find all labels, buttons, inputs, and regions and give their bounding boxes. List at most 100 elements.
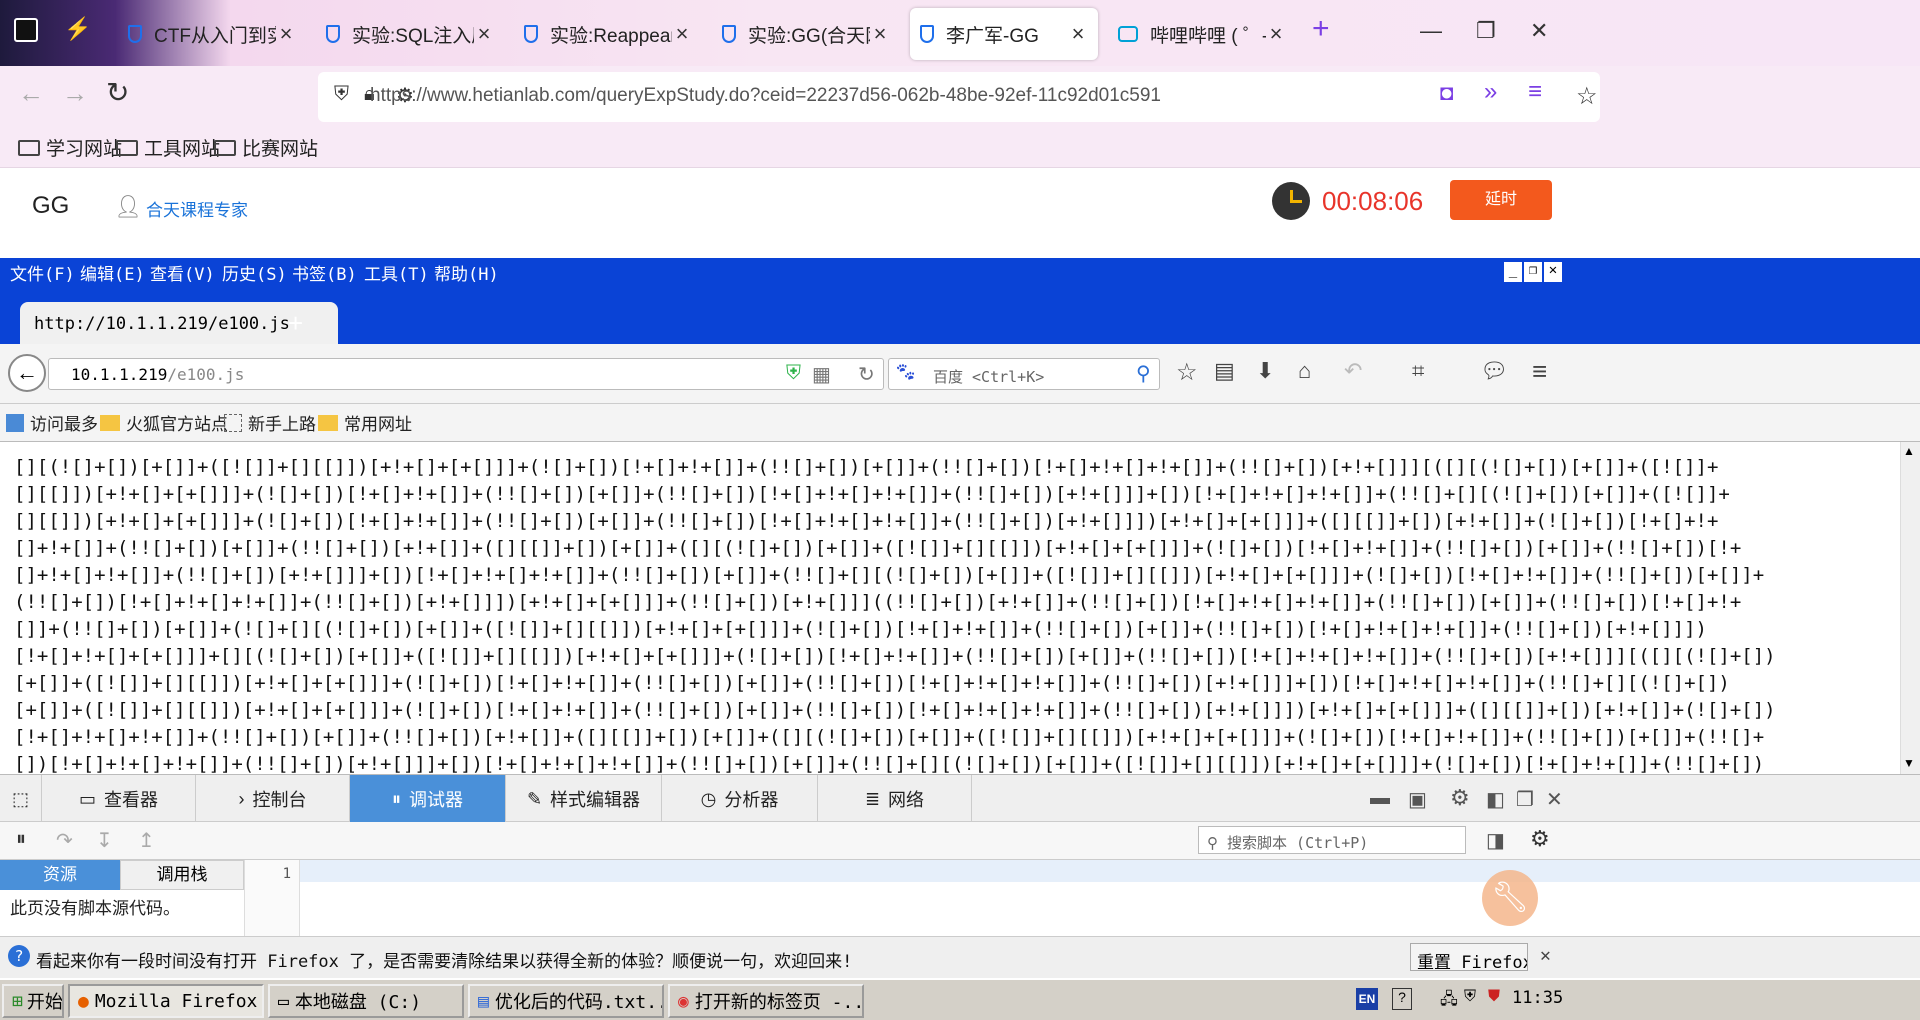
step-out-icon[interactable]: ↥ — [138, 828, 155, 853]
shield-icon[interactable]: ⛨ — [334, 83, 349, 106]
taskbar-item-firefox[interactable]: ● Mozilla Firefox — [68, 984, 264, 1018]
menu-history[interactable]: 历史(S) — [222, 260, 287, 285]
help-icon[interactable]: ? — [1392, 988, 1412, 1010]
antivirus-tray-icon[interactable]: ⛊ — [1488, 988, 1500, 1006]
close-icon[interactable]: × — [474, 21, 494, 47]
start-button[interactable]: ⊞ 开始 — [2, 984, 64, 1018]
inner-minimize-button[interactable]: _ — [1504, 262, 1522, 282]
taskbar-item-local-disk[interactable]: ▭ 本地磁盘 (C:) — [268, 984, 464, 1018]
menu-icon[interactable]: ≡ — [1528, 78, 1542, 106]
vertical-scrollbar[interactable]: ▲ ▼ — [1900, 442, 1920, 774]
expert-link[interactable]: 合天课程专家 — [146, 196, 248, 221]
tools-float-icon[interactable]: 🔧︎ — [1482, 870, 1538, 926]
close-notice-icon[interactable]: ✕ — [1540, 945, 1551, 966]
inner-search-box[interactable]: 百度 <Ctrl+K> — [888, 358, 1160, 390]
rss-icon[interactable]: ⚡ — [64, 16, 91, 42]
undo-icon[interactable]: ↶ — [1344, 358, 1362, 384]
tab-gg-experiment[interactable]: 实验:GG(合天网安实 × — [712, 8, 900, 60]
tab-active-gg[interactable]: 李广军-GG × — [910, 8, 1098, 60]
element-picker-icon[interactable]: ⬚ — [0, 775, 42, 823]
restore-button[interactable]: ❐ — [1476, 18, 1496, 44]
inner-close-button[interactable]: ✕ — [1544, 262, 1562, 282]
back-icon[interactable]: ← — [18, 78, 44, 109]
inner-menu-icon[interactable]: ≡ — [1532, 356, 1547, 387]
tab-profiler[interactable]: ◷ 分析器 — [662, 775, 818, 823]
language-indicator[interactable]: EN — [1356, 988, 1378, 1010]
step-over-icon[interactable]: ↷ — [56, 828, 73, 853]
url-text[interactable]: https://www.hetianlab.com/queryExpStudy.… — [370, 85, 1161, 107]
undock-icon[interactable]: ❐ — [1516, 787, 1534, 812]
bookmark-folder[interactable]: 学习网站 — [18, 134, 122, 161]
close-icon[interactable]: × — [1266, 21, 1286, 47]
search-icon[interactable]: ⚲ — [1136, 361, 1151, 386]
security-tray-icon[interactable]: ⛨ — [1464, 988, 1476, 1006]
network-tray-icon[interactable]: 🖧︎ — [1440, 988, 1458, 1015]
extend-time-button[interactable]: 延时 — [1450, 180, 1552, 220]
inner-back-button[interactable]: ← — [8, 354, 46, 392]
reading-list-icon[interactable]: ▤ — [1214, 358, 1235, 384]
menu-help[interactable]: 帮助(H) — [434, 260, 499, 285]
pocket-icon[interactable]: ◘ — [1440, 80, 1453, 106]
url-bar[interactable]: ⛨ 🔒︎ ⚙ https://www.hetianlab.com/queryEx… — [318, 72, 1600, 122]
inner-restore-button[interactable]: ❐ — [1524, 262, 1542, 282]
editor-current-line[interactable] — [300, 860, 1920, 882]
refresh-icon[interactable]: ↻ — [858, 362, 875, 387]
tab-reappear[interactable]: 实验:Reappear(合天 × — [514, 8, 702, 60]
close-icon[interactable]: × — [870, 21, 890, 47]
tab-style-editor[interactable]: ✎ 样式编辑器 — [506, 775, 662, 823]
bookmark-star-icon[interactable]: ☆ — [1576, 82, 1598, 111]
close-icon[interactable]: × — [1068, 21, 1088, 47]
bookmark-common-sites[interactable]: 常用网址 — [318, 410, 412, 435]
scroll-down-icon[interactable]: ▼ — [1903, 756, 1915, 770]
bookmark-folder[interactable]: 比赛网站 — [214, 134, 318, 161]
step-in-icon[interactable]: ↧ — [96, 828, 113, 853]
inner-url-bar[interactable]: 10.1.1.219/e100.js — [48, 358, 884, 390]
bookmark-folder[interactable]: 工具网站 — [116, 134, 220, 161]
bookmark-firefox-sites[interactable]: 火狐官方站点 — [100, 410, 228, 435]
tab-call-stack[interactable]: 调用栈 — [120, 860, 244, 890]
bookmark-star-icon[interactable]: ☆ — [1176, 358, 1198, 387]
pause-icon[interactable]: ⏸ — [16, 828, 26, 851]
bookmark-getting-started[interactable]: 新手上路 — [224, 410, 316, 435]
menu-edit[interactable]: 编辑(E) — [80, 260, 145, 285]
crop-icon[interactable]: ⌗ — [1412, 358, 1424, 384]
close-icon[interactable]: × — [276, 21, 296, 47]
inner-new-tab-button[interactable]: + — [288, 308, 303, 339]
tab-inspector[interactable]: ▭ 查看器 — [42, 775, 196, 823]
taskbar-item-new-tab[interactable]: ◉ 打开新的标签页 -... — [668, 984, 864, 1018]
home-icon[interactable]: ⌂ — [1298, 358, 1311, 384]
search-scripts-input[interactable]: ⚲ 搜索脚本 (Ctrl+P) — [1198, 826, 1466, 854]
reset-firefox-button[interactable]: 重置 Firefox… — [1410, 943, 1528, 971]
close-window-button[interactable]: ✕ — [1530, 18, 1548, 44]
tab-network[interactable]: ≣ 网络 — [818, 775, 972, 823]
close-devtools-icon[interactable]: ✕ — [1546, 787, 1563, 812]
forward-icon[interactable]: → — [62, 78, 88, 109]
tab-debugger[interactable]: ⏸ 调试器 — [350, 775, 506, 823]
verified-shield-icon[interactable]: ⛨ — [786, 362, 801, 385]
menu-tools[interactable]: 工具(T) — [364, 260, 429, 285]
baidu-paw-icon[interactable]: 🐾︎ — [894, 362, 917, 383]
split-console-icon[interactable]: ▬ — [1370, 787, 1390, 810]
qr-code-icon[interactable]: ▦ — [812, 362, 831, 387]
tab-console[interactable]: › 控制台 — [196, 775, 350, 823]
tab-bilibili[interactable]: 哔哩哔哩 ( ゜- ゜)つ × — [1108, 8, 1296, 60]
menu-file[interactable]: 文件(F) — [10, 260, 75, 285]
toggle-panes-icon[interactable]: ◨ — [1486, 828, 1505, 853]
menu-view[interactable]: 查看(V) — [150, 260, 215, 285]
download-icon[interactable]: ⬇ — [1256, 358, 1274, 384]
debugger-settings-icon[interactable]: ⚙ — [1530, 826, 1550, 852]
settings-gear-icon[interactable]: ⚙ — [1450, 785, 1470, 811]
responsive-icon[interactable]: ▣ — [1408, 787, 1427, 812]
bookmark-most-visited[interactable]: 访问最多 — [6, 410, 98, 435]
dock-side-icon[interactable]: ◧ — [1486, 787, 1505, 812]
taskbar-item-notepad[interactable]: ▤ 优化后的代码.txt... — [468, 984, 664, 1018]
menu-bookmarks[interactable]: 书签(B) — [292, 260, 357, 285]
tab-sql[interactable]: 实验:SQL注入原理与 × — [316, 8, 504, 60]
close-icon[interactable]: × — [672, 21, 692, 47]
new-tab-button[interactable]: + — [1312, 12, 1330, 46]
reload-icon[interactable]: ↻ — [106, 76, 129, 109]
extensions-overflow-icon[interactable]: » — [1484, 78, 1497, 106]
tab-ctf[interactable]: CTF从入门到实践-( × — [118, 8, 306, 60]
chat-icon[interactable]: 💬︎ — [1480, 358, 1508, 384]
tab-sources[interactable]: 资源 — [0, 860, 120, 890]
